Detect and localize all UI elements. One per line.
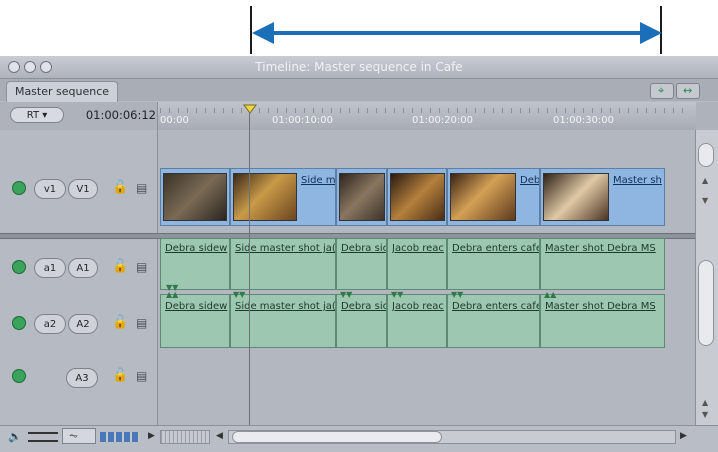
audio-clip[interactable]: Debra enters cafe xyxy=(447,294,540,348)
clip-thumbnail xyxy=(163,173,227,221)
ruler-label: 01:00:30:00 xyxy=(553,115,615,126)
transition-marker-icon: ▼▼ xyxy=(391,290,404,299)
video-clip[interactable]: Deb xyxy=(447,168,540,226)
lock-icon[interactable]: 🔓 xyxy=(112,259,128,274)
video-clip[interactable] xyxy=(387,168,447,226)
speaker-icon[interactable]: 🔈 xyxy=(8,430,22,443)
audio-clip[interactable]: Side master shot ja( xyxy=(230,294,336,348)
auto-select-icon[interactable]: ▤ xyxy=(136,316,147,330)
clip-thumbnail xyxy=(450,173,516,221)
clip-thumbnail xyxy=(390,173,445,221)
playhead-marker-icon[interactable] xyxy=(243,104,257,114)
dest-control-a3[interactable]: A3 xyxy=(66,368,98,388)
clip-thumbnail xyxy=(233,173,297,221)
clip-thumbnail xyxy=(339,173,385,221)
scroll-right-arrow-icon[interactable]: ▶ xyxy=(680,431,687,441)
ruler-label: 00:00 xyxy=(160,115,189,126)
source-control-a1[interactable]: a1 xyxy=(34,258,66,278)
linking-button[interactable]: ↔ xyxy=(676,83,700,99)
vscroll-thumb-upper[interactable] xyxy=(698,143,714,167)
scroll-up-arrow-icon[interactable]: ▲ xyxy=(702,398,708,407)
overlay-wave-icon: ⏦ xyxy=(69,429,78,442)
auto-select-icon[interactable]: ▤ xyxy=(136,181,147,195)
ruler-ticks xyxy=(160,108,690,113)
auto-select-icon[interactable]: ▤ xyxy=(136,369,147,383)
audio-clip-name: Debra sic xyxy=(341,243,386,254)
window-title: Timeline: Master sequence in Cafe xyxy=(255,60,463,74)
audio-clip-name: Jacob reac xyxy=(392,301,444,312)
audio-clip[interactable]: Debra sic xyxy=(336,294,387,348)
link-icon: ↔ xyxy=(683,84,693,97)
scroll-down-arrow-icon[interactable]: ▼ xyxy=(702,196,708,205)
scroll-left-arrow-icon[interactable]: ◀ xyxy=(216,431,223,441)
audio-clip[interactable]: Debra sidew xyxy=(160,294,230,348)
audio-clip[interactable]: Jacob reac xyxy=(387,238,447,290)
audio-clip[interactable]: Jacob reac xyxy=(387,294,447,348)
audio-clip-name: Side master shot ja( xyxy=(235,243,335,254)
transition-marker-icon: ▼▼ xyxy=(451,290,464,299)
video-clip-name: Side m xyxy=(301,175,335,186)
clip-thumbnail xyxy=(543,173,609,221)
video-clip[interactable]: Master sh xyxy=(540,168,665,226)
audio-clip-name: Debra sic xyxy=(341,301,386,312)
tab-master-sequence[interactable]: Master sequence xyxy=(6,81,118,102)
zoom-slider[interactable] xyxy=(160,430,210,444)
dest-control-v1[interactable]: V1 xyxy=(68,179,98,199)
transition-marker-icon: ▲▲ xyxy=(544,290,557,299)
audio-clip[interactable]: Side master shot ja( xyxy=(230,238,336,290)
audio-clip-name: Master shot Debra MS xyxy=(545,243,656,254)
audio-clip-name: Jacob reac xyxy=(392,243,444,254)
transition-marker-icon: ▼▼ xyxy=(340,290,353,299)
annotation-double-arrow xyxy=(252,22,662,44)
audio-clip-name: Debra sidew xyxy=(165,301,228,312)
audio-clip[interactable]: Master shot Debra MS xyxy=(540,294,665,348)
track-height-icon[interactable] xyxy=(28,432,58,442)
current-timecode[interactable]: 01:00:06:12 xyxy=(70,106,156,124)
source-control-a2[interactable]: a2 xyxy=(34,314,66,334)
lock-icon[interactable]: 🔓 xyxy=(112,180,128,195)
audio-clip[interactable]: Master shot Debra MS xyxy=(540,238,665,290)
snapping-button[interactable]: ⌖ xyxy=(650,83,674,99)
auto-select-icon[interactable]: ▤ xyxy=(136,260,147,274)
video-clip-name: Deb xyxy=(520,175,539,186)
playhead-line[interactable] xyxy=(249,113,250,425)
clip-overlays-button[interactable]: ⏦ xyxy=(62,428,96,444)
scroll-up-arrow-icon[interactable]: ▲ xyxy=(702,176,708,185)
track-audible-a2[interactable] xyxy=(12,316,26,330)
audio-clip-name: Debra enters cafe xyxy=(452,301,539,312)
audio-clip-name: Master shot Debra MS xyxy=(545,301,656,312)
vscroll-thumb-lower[interactable] xyxy=(698,260,714,346)
audio-clip-name: Debra enters cafe xyxy=(452,243,539,254)
track-audible-a1[interactable] xyxy=(12,260,26,274)
video-clip[interactable]: Side m xyxy=(230,168,336,226)
track-visibility-v1[interactable] xyxy=(12,181,26,195)
audio-clip[interactable]: Debra sic xyxy=(336,238,387,290)
audio-clip[interactable]: Debra enters cafe xyxy=(447,238,540,290)
audio-clip-name: Debra sidew xyxy=(165,243,228,254)
ruler-label: 01:00:20:00 xyxy=(412,115,474,126)
source-control-v1[interactable]: v1 xyxy=(34,179,66,199)
lock-icon[interactable]: 🔓 xyxy=(112,368,128,383)
transition-marker-icon: ▼▼ xyxy=(233,290,246,299)
video-clip[interactable] xyxy=(336,168,387,226)
audio-clip-name: Side master shot ja( xyxy=(235,301,335,312)
scroll-right-small-icon[interactable]: ▶ xyxy=(148,431,155,441)
lock-icon[interactable]: 🔓 xyxy=(112,315,128,330)
video-clip[interactable] xyxy=(160,168,230,226)
rt-menu-button[interactable]: RT ▾ xyxy=(10,107,64,123)
track-size-control-icon[interactable] xyxy=(100,432,140,442)
track-audible-a3[interactable] xyxy=(12,369,26,383)
snap-icon: ⌖ xyxy=(658,84,665,97)
ruler-label: 01:00:10:00 xyxy=(272,115,334,126)
dest-control-a2[interactable]: A2 xyxy=(68,314,98,334)
video-clip-name: Master sh xyxy=(613,175,662,186)
dest-control-a1[interactable]: A1 xyxy=(68,258,98,278)
hscroll-thumb[interactable] xyxy=(232,431,442,443)
scroll-down-arrow-icon[interactable]: ▼ xyxy=(702,410,708,419)
transition-marker-icon: ▲▲ xyxy=(166,290,179,299)
